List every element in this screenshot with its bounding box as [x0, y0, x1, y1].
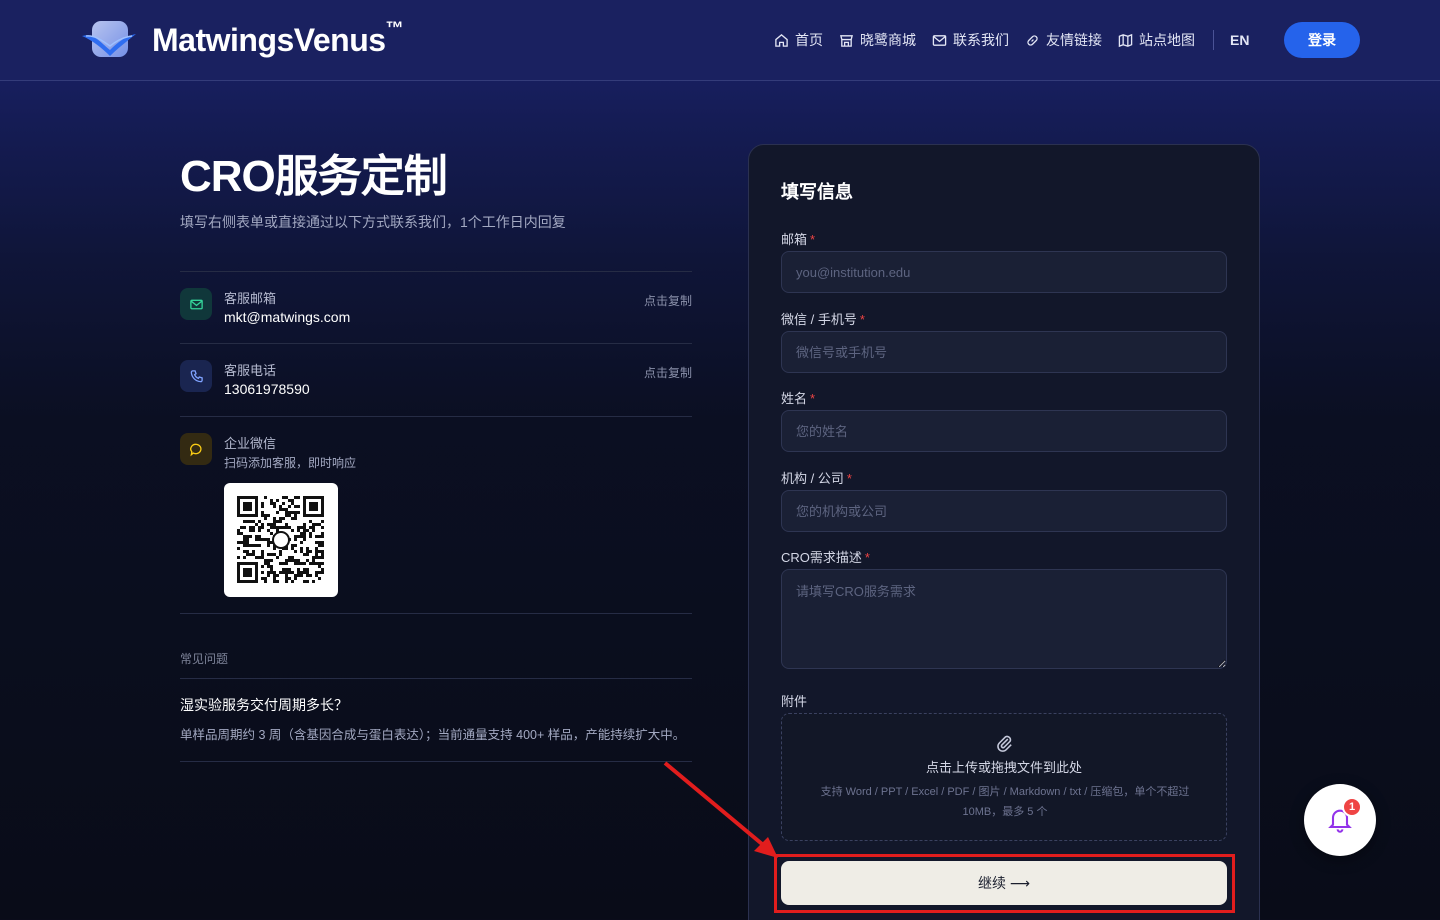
phone-contact-icon — [180, 360, 212, 392]
highlight-box — [774, 854, 1235, 913]
nav-sitemap[interactable]: 站点地图 — [1118, 30, 1195, 50]
nav-links[interactable]: 友情链接 — [1025, 30, 1102, 50]
email-contact-label: 客服邮箱 — [224, 291, 277, 306]
mail-icon — [189, 299, 203, 309]
attachment-label: 附件 — [781, 694, 808, 709]
copy-phone-button[interactable]: 点击复制 — [644, 364, 692, 381]
form-title: 填写信息 — [781, 182, 853, 202]
divider — [180, 416, 692, 417]
divider — [180, 761, 692, 762]
page-subtitle: 填写右侧表单或直接通过以下方式联系我们，1个工作日内回复 — [180, 214, 566, 230]
main-nav: 首页 晓鹭商城 联系我们 友情链接 站点地图 EN — [774, 30, 1249, 50]
login-button[interactable]: 登录 — [1284, 22, 1360, 58]
divider — [180, 613, 692, 614]
nav-links-label: 友情链接 — [1046, 32, 1102, 48]
link-icon — [1027, 34, 1038, 46]
annotation-arrow-icon — [663, 761, 778, 858]
wechat-phone-field[interactable] — [781, 331, 1227, 373]
faq-answer: 单样品周期约 3 周（含基因合成与蛋白表达）；当前通量支持 400+ 样品，产能… — [180, 728, 686, 742]
chat-bubble-icon — [189, 443, 202, 456]
upload-instruction: 点击上传或拖拽文件到此处 — [925, 760, 1082, 775]
desc-field-label: CRO需求描述 * — [781, 550, 870, 565]
notification-badge: 1 — [1342, 797, 1362, 817]
nav-store-label: 晓鹭商城 — [860, 32, 916, 48]
mail-icon — [932, 34, 947, 46]
wechat-contact-desc: 扫码添加客服，即时响应 — [224, 456, 357, 470]
brand-logo-icon — [80, 18, 138, 62]
divider — [180, 678, 692, 679]
wechat-qr-code — [224, 483, 338, 597]
email-field-label: 邮箱 * — [781, 232, 816, 247]
file-upload-dropzone[interactable]: 点击上传或拖拽文件到此处 支持 Word / PPT / Excel / PDF… — [781, 713, 1227, 841]
divider — [180, 271, 692, 272]
nav-home-label: 首页 — [795, 32, 823, 48]
cro-description-field[interactable] — [781, 569, 1227, 669]
notification-button[interactable]: 1 — [1304, 784, 1376, 856]
email-contact-icon — [180, 288, 212, 320]
email-field[interactable] — [781, 251, 1227, 293]
name-field[interactable] — [781, 410, 1227, 452]
email-contact-value: mkt@matwings.com — [224, 309, 351, 325]
faq-heading: 常见问题 — [180, 652, 229, 666]
nav-divider — [1213, 30, 1214, 50]
divider — [180, 343, 692, 344]
nav-store[interactable]: 晓鹭商城 — [839, 30, 916, 50]
language-switch[interactable]: EN — [1230, 32, 1249, 48]
phone-contact-value: 13061978590 — [224, 381, 310, 397]
upload-hint: 支持 Word / PPT / Excel / PDF / 图片 / Markd… — [820, 786, 1190, 818]
name-field-label: 姓名 * — [781, 391, 816, 406]
faq-question[interactable]: 湿实验服务交付周期多长？ — [180, 695, 348, 715]
top-header: MatwingsVenus™ 首页 晓鹭商城 联系我们 友情链接 站点地图 EN… — [0, 0, 1440, 81]
phone-contact-label: 客服电话 — [224, 363, 277, 378]
home-icon — [775, 33, 788, 47]
brand-name: MatwingsVenus™ — [152, 17, 404, 58]
nav-contact[interactable]: 联系我们 — [932, 30, 1009, 50]
org-field-label: 机构 / 公司 * — [781, 471, 852, 486]
wechat-contact-icon — [180, 433, 212, 465]
map-icon — [1118, 33, 1133, 47]
paperclip-icon — [997, 735, 1012, 752]
brand-logo[interactable]: MatwingsVenus™ — [80, 17, 404, 62]
nav-contact-label: 联系我们 — [953, 32, 1009, 48]
org-field[interactable] — [781, 490, 1227, 532]
copy-email-button[interactable]: 点击复制 — [644, 292, 692, 309]
store-icon — [840, 34, 853, 47]
wechat-contact-label: 企业微信 — [224, 436, 277, 451]
nav-sitemap-label: 站点地图 — [1139, 32, 1195, 48]
page-title: CRO服务定制 — [180, 152, 448, 201]
nav-home[interactable]: 首页 — [774, 30, 823, 50]
wechat-field-label: 微信 / 手机号 * — [781, 312, 865, 327]
phone-icon — [190, 369, 203, 382]
